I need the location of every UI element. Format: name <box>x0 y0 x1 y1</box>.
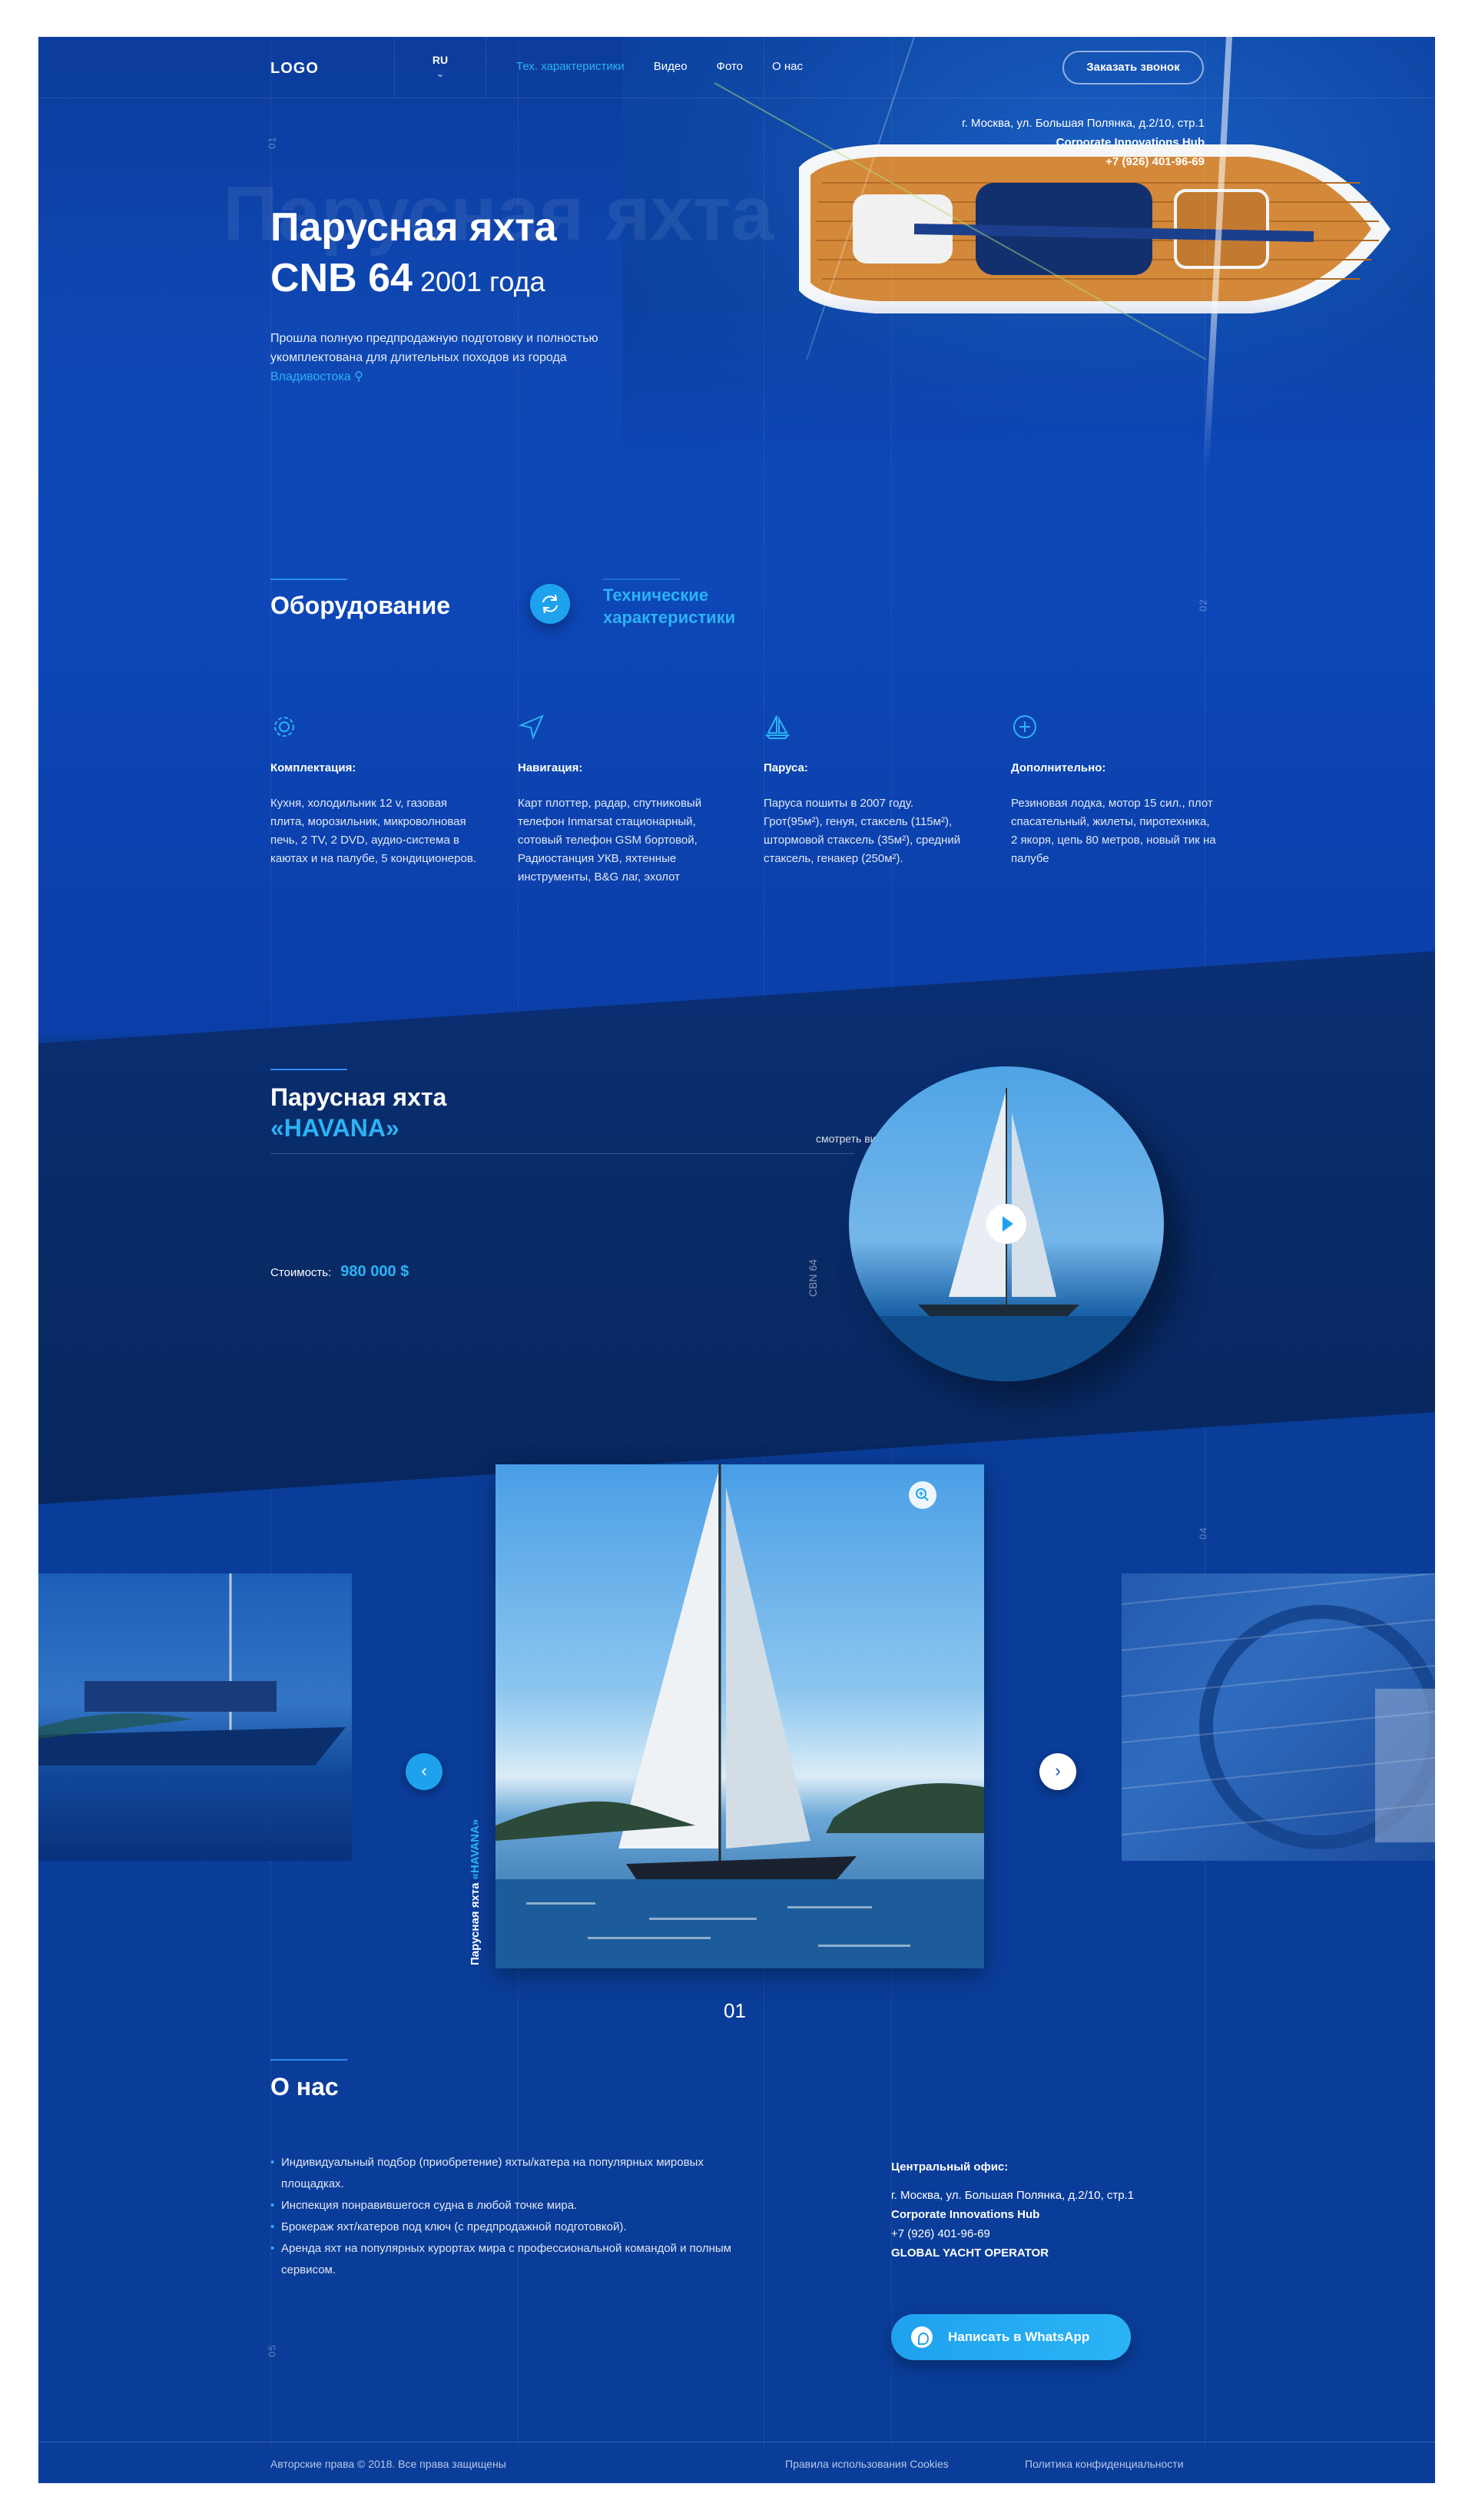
havana-title: Парусная яхта «HAVANA» <box>270 1082 446 1143</box>
list-item: Инспекция понравившегося судна в любой т… <box>270 2195 762 2217</box>
office-address: г. Москва, ул. Большая Полянка, д.2/10, … <box>891 2189 1135 2202</box>
menu-item-photo[interactable]: Фото <box>717 60 743 73</box>
section-number: 01 <box>266 136 278 149</box>
whatsapp-label: Написать в WhatsApp <box>948 2329 1090 2344</box>
hero-description-text: Прошла полную предпродажную подготовку и… <box>270 332 598 364</box>
play-button[interactable] <box>986 1204 1026 1244</box>
yacht-deck-photo <box>1121 1573 1435 1849</box>
video-section <box>38 951 1435 1504</box>
menu-item-about[interactable]: О нас <box>772 60 803 73</box>
office-contacts: Центральный офис: г. Москва, ул. Большая… <box>891 2157 1134 2263</box>
divider <box>270 1153 854 1154</box>
section-accent-line <box>270 2059 347 2061</box>
gallery-caption-name: «HAVANA» <box>469 1819 482 1880</box>
feature-title: Комплектация: <box>270 761 356 774</box>
header-contact: г. Москва, ул. Большая Полянка, д.2/10, … <box>962 114 1205 171</box>
office-company: Corporate Innovations Hub <box>891 2208 1040 2221</box>
about-title: О нас <box>270 2073 339 2101</box>
menu-item-video[interactable]: Видео <box>654 60 688 73</box>
feature-text: Резиновая лодка, мотор 15 сил., плот спа… <box>1011 797 1216 865</box>
list-item: Индивидуальный подбор (приобретение) яхт… <box>270 2152 762 2195</box>
tab-tech-line1: Технические <box>603 585 709 605</box>
vertical-model-label: CBN 64 <box>807 1258 819 1297</box>
price: Стоимость: 980 000 $ <box>270 1263 409 1281</box>
chevron-right-icon: › <box>1055 1761 1061 1780</box>
chevron-down-icon: ⌄ <box>436 68 445 79</box>
gallery-main-image[interactable] <box>496 1464 984 1968</box>
yacht-side-photo <box>38 1573 346 1766</box>
feature-title: Паруса: <box>764 761 808 774</box>
feature-navigation: Навигация: Карт плоттер, радар, спутнико… <box>518 713 725 887</box>
hero-description: Прошла полную предпродажную подготовку и… <box>270 329 631 386</box>
whatsapp-icon <box>911 2326 933 2348</box>
gallery-caption-prefix: Парусная яхта <box>469 1882 482 1965</box>
title-model: CNB 64 <box>270 256 413 300</box>
callback-button[interactable]: Заказать звонок <box>1062 51 1204 85</box>
section-number: 04 <box>1197 1527 1209 1540</box>
logo[interactable]: LOGO <box>270 60 319 78</box>
tab-tech-line2: характеристики <box>603 608 736 627</box>
cookies-link[interactable]: Правила использования Cookies <box>785 2458 949 2470</box>
havana-title-line1: Парусная яхта <box>270 1083 447 1111</box>
privacy-link[interactable]: Политика конфиденциальности <box>1025 2458 1184 2470</box>
page-title: Парусная яхта CNB 64 2001 года <box>270 202 557 307</box>
page-frame: Парусная яхта 01 02 03 04 05 LOGO RU ⌄ Т… <box>38 37 1435 2483</box>
feature-equipment: Комплектация: Кухня, холодильник 12 v, г… <box>270 713 478 868</box>
office-brand: GLOBAL YACHT OPERATOR <box>891 2246 1049 2260</box>
gallery-next-button[interactable]: › <box>1039 1753 1076 1790</box>
gallery-caption: Парусная яхта «HAVANA» <box>469 1819 482 1965</box>
whatsapp-button[interactable]: Написать в WhatsApp <box>891 2314 1131 2360</box>
tab-underline-equipment <box>270 579 347 580</box>
about-services-list: Индивидуальный подбор (приобретение) яхт… <box>270 2152 762 2281</box>
zoom-in-icon <box>916 1488 929 1501</box>
copyright: Авторские права © 2018. Все права защище… <box>270 2458 506 2470</box>
section-accent-line <box>270 1069 347 1070</box>
tab-underline-tech <box>603 579 680 580</box>
sailboat-icon <box>764 715 791 739</box>
gallery-counter: 01 <box>724 1999 746 2022</box>
contact-address: г. Москва, ул. Большая Полянка, д.2/10, … <box>961 117 1205 130</box>
menu-item-specs[interactable]: Тех. характеристики <box>516 60 625 73</box>
feature-title: Навигация: <box>518 761 583 774</box>
havana-title-name: «HAVANA» <box>270 1114 399 1142</box>
tab-equipment[interactable]: Оборудование <box>270 592 450 620</box>
gallery-next-image[interactable] <box>1121 1573 1435 1861</box>
office-phone[interactable]: +7 (926) 401-96-69 <box>891 2224 1134 2243</box>
feature-text: Кухня, холодильник 12 v, газовая плита, … <box>270 797 476 865</box>
section-number: 05 <box>266 2344 278 2357</box>
price-label: Стоимость: <box>270 1266 332 1279</box>
feature-additional: Дополнительно: Резиновая лодка, мотор 15… <box>1011 713 1218 868</box>
plus-circle-icon <box>1013 715 1036 738</box>
title-year: 2001 года <box>419 266 545 297</box>
feature-title: Дополнительно: <box>1011 761 1106 774</box>
gallery-prev-button[interactable]: ‹ <box>406 1753 442 1790</box>
main-menu: Тех. характеристики Видео Фото О нас <box>487 60 803 73</box>
top-navigation: LOGO RU ⌄ Тех. характеристики Видео Фото… <box>38 37 1435 98</box>
list-item: Аренда яхт на популярных курортах мира с… <box>270 2238 762 2281</box>
tab-switch-button[interactable] <box>530 584 570 624</box>
feature-text: Карт плоттер, радар, спутниковый телефон… <box>518 797 702 884</box>
gear-icon <box>274 717 294 737</box>
language-label: RU <box>432 54 449 66</box>
tab-tech-specs[interactable]: Технические характеристики <box>603 584 735 628</box>
sailing-yacht-photo <box>496 1464 984 1968</box>
title-line1: Парусная яхта <box>270 205 557 250</box>
location-pin-icon: ⚲ <box>354 370 363 383</box>
contact-company: Corporate Innovations Hub <box>1056 136 1205 149</box>
zoom-button[interactable] <box>909 1481 936 1509</box>
footer: Авторские права © 2018. Все права защище… <box>38 2442 1435 2483</box>
navigation-icon <box>518 715 544 741</box>
feature-sails: Паруса: Паруса пошиты в 2007 году. Грот(… <box>764 713 971 868</box>
section-number: 02 <box>1197 598 1209 612</box>
gallery-prev-image[interactable] <box>38 1573 352 1861</box>
price-value: 980 000 $ <box>340 1263 409 1280</box>
refresh-icon <box>542 594 558 614</box>
hero-city-link[interactable]: Владивостока <box>270 370 351 383</box>
feature-text: Паруса пошиты в 2007 году. Грот(95м²), г… <box>764 797 961 865</box>
list-item: Брокераж яхт/катеров под ключ (с предпро… <box>270 2217 762 2238</box>
chevron-left-icon: ‹ <box>421 1761 427 1780</box>
contact-phone[interactable]: +7 (926) 401-96-69 <box>962 152 1205 171</box>
language-switcher[interactable]: RU ⌄ <box>394 37 486 98</box>
office-heading: Центральный офис: <box>891 2160 1009 2174</box>
